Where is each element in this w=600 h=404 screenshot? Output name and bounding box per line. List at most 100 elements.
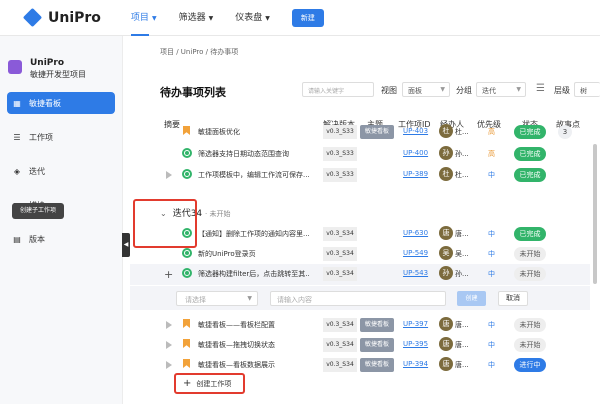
avatar: 杜 xyxy=(439,167,453,181)
top-nav: 项目 ▼ 筛选器 ▼ 仪表盘 ▼ 新建 xyxy=(130,0,324,36)
status-badge[interactable]: 未开始 xyxy=(514,267,546,281)
row-id-link[interactable]: UP-389 xyxy=(403,170,428,178)
table-row[interactable]: 工作项模板中，编辑工作流可保存... v0.3_S33 UP-389 杜杜... 中 已完… xyxy=(130,165,590,186)
status-badge[interactable]: 未开始 xyxy=(514,247,546,261)
row-title[interactable]: 筛选器支持日期动态范围查询 xyxy=(198,149,289,159)
status-badge[interactable]: 未开始 xyxy=(514,318,546,332)
density-icon[interactable]: ☰ xyxy=(536,83,545,94)
row-priority: 高 xyxy=(488,128,495,136)
type-select[interactable]: 请选择 ▼ xyxy=(176,291,258,306)
create-button[interactable]: 创建 xyxy=(457,291,486,306)
level-select[interactable]: 树 xyxy=(574,82,600,97)
status-badge[interactable]: 已完成 xyxy=(514,125,546,139)
group-select[interactable]: 迭代 ▼ xyxy=(476,82,526,97)
status-badge[interactable]: 未开始 xyxy=(514,338,546,352)
table-row[interactable]: 筛选器构建filter后，点击跳转至其... v0.3_S34 UP-543 孙孙..… xyxy=(130,264,590,285)
row-assignee: 唐... xyxy=(455,321,469,329)
row-id-link[interactable]: UP-400 xyxy=(403,149,428,157)
row-assignee: 孙... xyxy=(455,150,469,158)
status-badge[interactable]: 进行中 xyxy=(514,358,546,372)
expand-icon[interactable] xyxy=(166,341,172,349)
expand-icon[interactable] xyxy=(166,171,172,179)
add-child-icon[interactable]: + xyxy=(164,268,173,281)
nav-dashboards[interactable]: 仪表盘 ▼ xyxy=(235,0,270,36)
title-input[interactable]: 请输入内容 xyxy=(270,291,446,306)
row-title[interactable]: 敏捷看板—拖拽切换状态 xyxy=(198,340,275,350)
breadcrumb[interactable]: 项目 / UniPro / 待办事项 xyxy=(160,47,238,57)
row-title[interactable]: 【通知】删除工作项的通知内容里... xyxy=(198,229,310,239)
search-input[interactable]: 请输入关键字 xyxy=(302,82,374,97)
row-id-link[interactable]: UP-543 xyxy=(403,269,428,277)
avatar: 唐 xyxy=(439,317,453,331)
table-row[interactable]: 【通知】删除工作项的通知内容里... v0.3_S34 UP-630 唐唐... 中 已完… xyxy=(130,224,590,245)
view-label: 视图 xyxy=(381,86,397,95)
expand-icon[interactable] xyxy=(166,361,172,369)
status-badge[interactable]: 已完成 xyxy=(514,147,546,161)
row-id-link[interactable]: UP-549 xyxy=(403,249,428,257)
row-id-link[interactable]: UP-630 xyxy=(403,229,428,237)
row-title[interactable]: 敏捷看板——看板栏配置 xyxy=(198,320,275,330)
sidebar-item-label: 工作项 xyxy=(29,132,53,142)
row-priority: 高 xyxy=(488,150,495,158)
row-id-link[interactable]: UP-397 xyxy=(403,320,428,328)
sidebar-item-board[interactable]: ▦ 敏捷看板 xyxy=(7,92,115,114)
board-icon: ▦ xyxy=(13,98,21,108)
row-title[interactable]: 新的UniPro登录页 xyxy=(198,249,256,259)
status-badge[interactable]: 已完成 xyxy=(514,227,546,241)
table-row[interactable]: 敏捷面板优化 v0.3_S33 敏捷看板 UP-403 杜杜... 高 已完成 3 xyxy=(130,122,590,143)
chevron-down-icon: ▼ xyxy=(208,14,214,22)
tooltip: 创建子工作项 xyxy=(12,203,64,219)
sidebar-item-iterations[interactable]: ◈ 迭代 xyxy=(7,160,115,182)
view-select[interactable]: 面板 ▼ xyxy=(402,82,450,97)
row-assignee: 吴... xyxy=(455,250,469,258)
sidebar-item-workitems[interactable]: ☰ 工作项 xyxy=(7,126,115,148)
row-version: v0.3_S34 xyxy=(323,358,357,372)
row-priority: 中 xyxy=(488,270,495,278)
logo[interactable]: UniPro xyxy=(22,7,101,28)
row-priority: 中 xyxy=(488,171,495,179)
table-row[interactable]: 新的UniPro登录页 v0.3_S34 UP-549 吴吴... 中 未开始 xyxy=(130,244,590,265)
row-assignee: 杜... xyxy=(455,128,469,136)
row-title[interactable]: 敏捷看板—看板数据展示 xyxy=(198,360,275,370)
scrollbar[interactable] xyxy=(593,144,597,284)
story-points-badge: 3 xyxy=(558,125,572,139)
row-theme: 敏捷看板 xyxy=(360,125,394,139)
row-version: v0.3_S33 xyxy=(323,168,357,182)
row-version: v0.3_S34 xyxy=(323,227,357,241)
nav-projects[interactable]: 项目 ▼ xyxy=(130,0,157,36)
row-priority: 中 xyxy=(488,250,495,258)
row-title[interactable]: 敏捷面板优化 xyxy=(198,127,240,137)
row-priority: 中 xyxy=(488,321,495,329)
project-header[interactable]: UniPro 敏捷开发型项目 xyxy=(0,36,122,80)
new-button[interactable]: 新建 xyxy=(291,8,324,27)
sidebar-item-label: 迭代 xyxy=(29,166,45,176)
chevron-down-icon: ▼ xyxy=(247,295,252,302)
chevron-down-icon: ▼ xyxy=(516,86,521,93)
row-id-link[interactable]: UP-394 xyxy=(403,360,428,368)
row-title[interactable]: 筛选器构建filter后，点击跳转至其... xyxy=(198,269,310,279)
row-id-link[interactable]: UP-395 xyxy=(403,340,428,348)
group-select-value: 迭代 xyxy=(482,87,496,95)
avatar: 吴 xyxy=(439,246,453,260)
nav-filters[interactable]: 筛选器 ▼ xyxy=(179,0,214,36)
task-icon xyxy=(182,169,192,179)
sidebar-collapse-button[interactable]: ◀ xyxy=(122,233,130,257)
table-row[interactable]: 敏捷看板—拖拽切换状态 v0.3_S34 敏捷看板 UP-395 唐唐... 中 未开始 xyxy=(130,335,590,356)
row-theme: 敏捷看板 xyxy=(360,338,394,352)
chevron-down-icon: ▼ xyxy=(440,86,445,93)
row-version: v0.3_S34 xyxy=(323,318,357,332)
group-label: 分组 xyxy=(456,86,472,95)
sidebar-item-versions[interactable]: ▤ 版本 xyxy=(7,228,115,250)
row-version: v0.3_S33 xyxy=(323,147,357,161)
story-icon xyxy=(183,126,190,135)
cancel-button[interactable]: 取消 xyxy=(498,291,528,306)
table-row[interactable]: 敏捷看板——看板栏配置 v0.3_S34 敏捷看板 UP-397 唐唐... 中 未开始 xyxy=(130,315,590,336)
chevron-down-icon: ▼ xyxy=(151,14,157,22)
row-id-link[interactable]: UP-403 xyxy=(403,127,428,135)
table-row[interactable]: 筛选器支持日期动态范围查询 v0.3_S33 UP-400 孙孙... 高 已完成 xyxy=(130,144,590,165)
status-badge[interactable]: 已完成 xyxy=(514,168,546,182)
row-priority: 中 xyxy=(488,361,495,369)
expand-icon[interactable] xyxy=(166,321,172,329)
type-select-placeholder: 请选择 xyxy=(185,296,206,304)
row-title[interactable]: 工作项模板中，编辑工作流可保存... xyxy=(198,170,310,180)
